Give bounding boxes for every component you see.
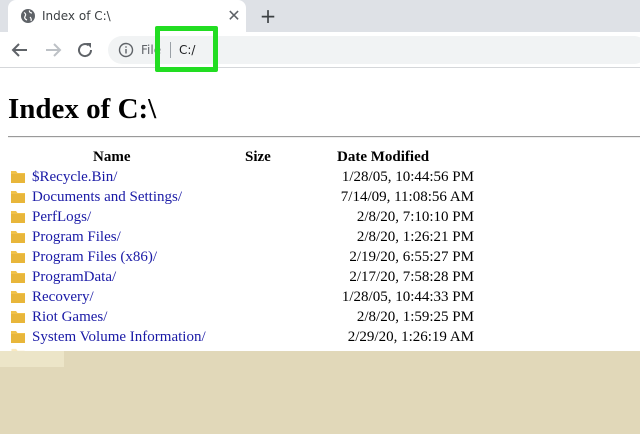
folder-link[interactable]: System Volume Information/ — [32, 327, 206, 347]
folder-icon — [11, 331, 25, 343]
date-modified: 2/8/20, 1:26:21 PM — [356, 229, 474, 245]
arrow-left-icon — [11, 43, 27, 57]
list-item[interactable]: $Recycle.Bin/1/28/05, 10:44:56 PM — [6, 167, 486, 187]
title-divider — [8, 136, 640, 138]
folder-link[interactable]: ProgramData/ — [32, 267, 116, 287]
folder-link[interactable]: Program Files/ — [32, 227, 121, 247]
list-item[interactable]: System Volume Information/2/29/20, 1:26:… — [6, 327, 486, 347]
folder-link[interactable]: Documents and Settings/ — [32, 187, 182, 207]
forward-button[interactable] — [41, 38, 65, 62]
list-item[interactable]: Documents and Settings/7/14/09, 11:08:56… — [6, 187, 486, 207]
info-icon[interactable] — [118, 42, 134, 58]
globe-icon — [21, 9, 35, 23]
list-item[interactable]: ProgramData/2/17/20, 7:58:28 PM — [6, 267, 486, 287]
list-item[interactable]: Program Files (x86)/ 2/19/20, 6:55:27 PM — [6, 247, 486, 267]
column-header-name[interactable]: Name — [93, 148, 131, 166]
folder-icon — [11, 311, 25, 323]
overlay-patch — [0, 351, 64, 367]
folder-icon — [11, 231, 25, 243]
date-modified: 1/28/05, 10:44:33 PM — [341, 289, 474, 305]
date-modified: 1/28/05, 10:44:56 PM — [341, 169, 474, 185]
folder-icon — [11, 211, 25, 223]
date-modified: 2/8/20, 1:59:25 PM — [356, 309, 474, 325]
folder-link[interactable]: $Recycle.Bin/ — [32, 167, 117, 187]
folder-link[interactable]: Riot Games/ — [32, 307, 107, 327]
url-highlight-box — [155, 26, 218, 72]
folder-icon — [11, 291, 25, 303]
browser-toolbar: File C:/ — [0, 32, 640, 68]
image-overlay — [0, 351, 640, 434]
folder-icon — [11, 271, 25, 283]
page-title: Index of C:\ — [8, 93, 157, 125]
folder-link[interactable]: Recovery/ — [32, 287, 94, 307]
list-item[interactable]: Riot Games/2/8/20, 1:59:25 PM — [6, 307, 486, 327]
reload-button[interactable] — [73, 38, 97, 62]
folder-link[interactable]: Program Files (x86)/ — [32, 247, 157, 267]
new-tab-button[interactable]: + — [256, 4, 280, 28]
folder-icon — [11, 171, 25, 183]
folder-link[interactable]: PerfLogs/ — [32, 207, 91, 227]
folder-icon — [11, 191, 25, 203]
date-modified: 2/29/20, 1:26:19 AM — [347, 329, 474, 345]
date-modified: 7/14/09, 11:08:56 AM — [340, 189, 474, 205]
tab-title: Index of C:\ — [42, 9, 111, 23]
list-item[interactable]: Recovery/1/28/05, 10:44:33 PM — [6, 287, 486, 307]
column-header-size[interactable]: Size — [245, 148, 271, 166]
date-modified: 2/17/20, 7:58:28 PM — [349, 269, 474, 285]
column-header-date[interactable]: Date Modified — [337, 148, 429, 166]
close-tab-icon[interactable]: ✕ — [226, 8, 242, 24]
folder-icon — [11, 251, 25, 263]
date-modified: 2/8/20, 7:10:10 PM — [356, 209, 474, 225]
list-item[interactable]: PerfLogs/2/8/20, 7:10:10 PM — [6, 207, 486, 227]
reload-icon — [78, 43, 93, 58]
back-button[interactable] — [8, 38, 32, 62]
list-item[interactable]: Program Files/2/8/20, 1:26:21 PM — [6, 227, 486, 247]
arrow-right-icon — [46, 43, 62, 57]
date-modified: 2/19/20, 6:55:27 PM — [349, 249, 474, 265]
tab-strip: Index of C:\ ✕ + — [0, 0, 640, 32]
